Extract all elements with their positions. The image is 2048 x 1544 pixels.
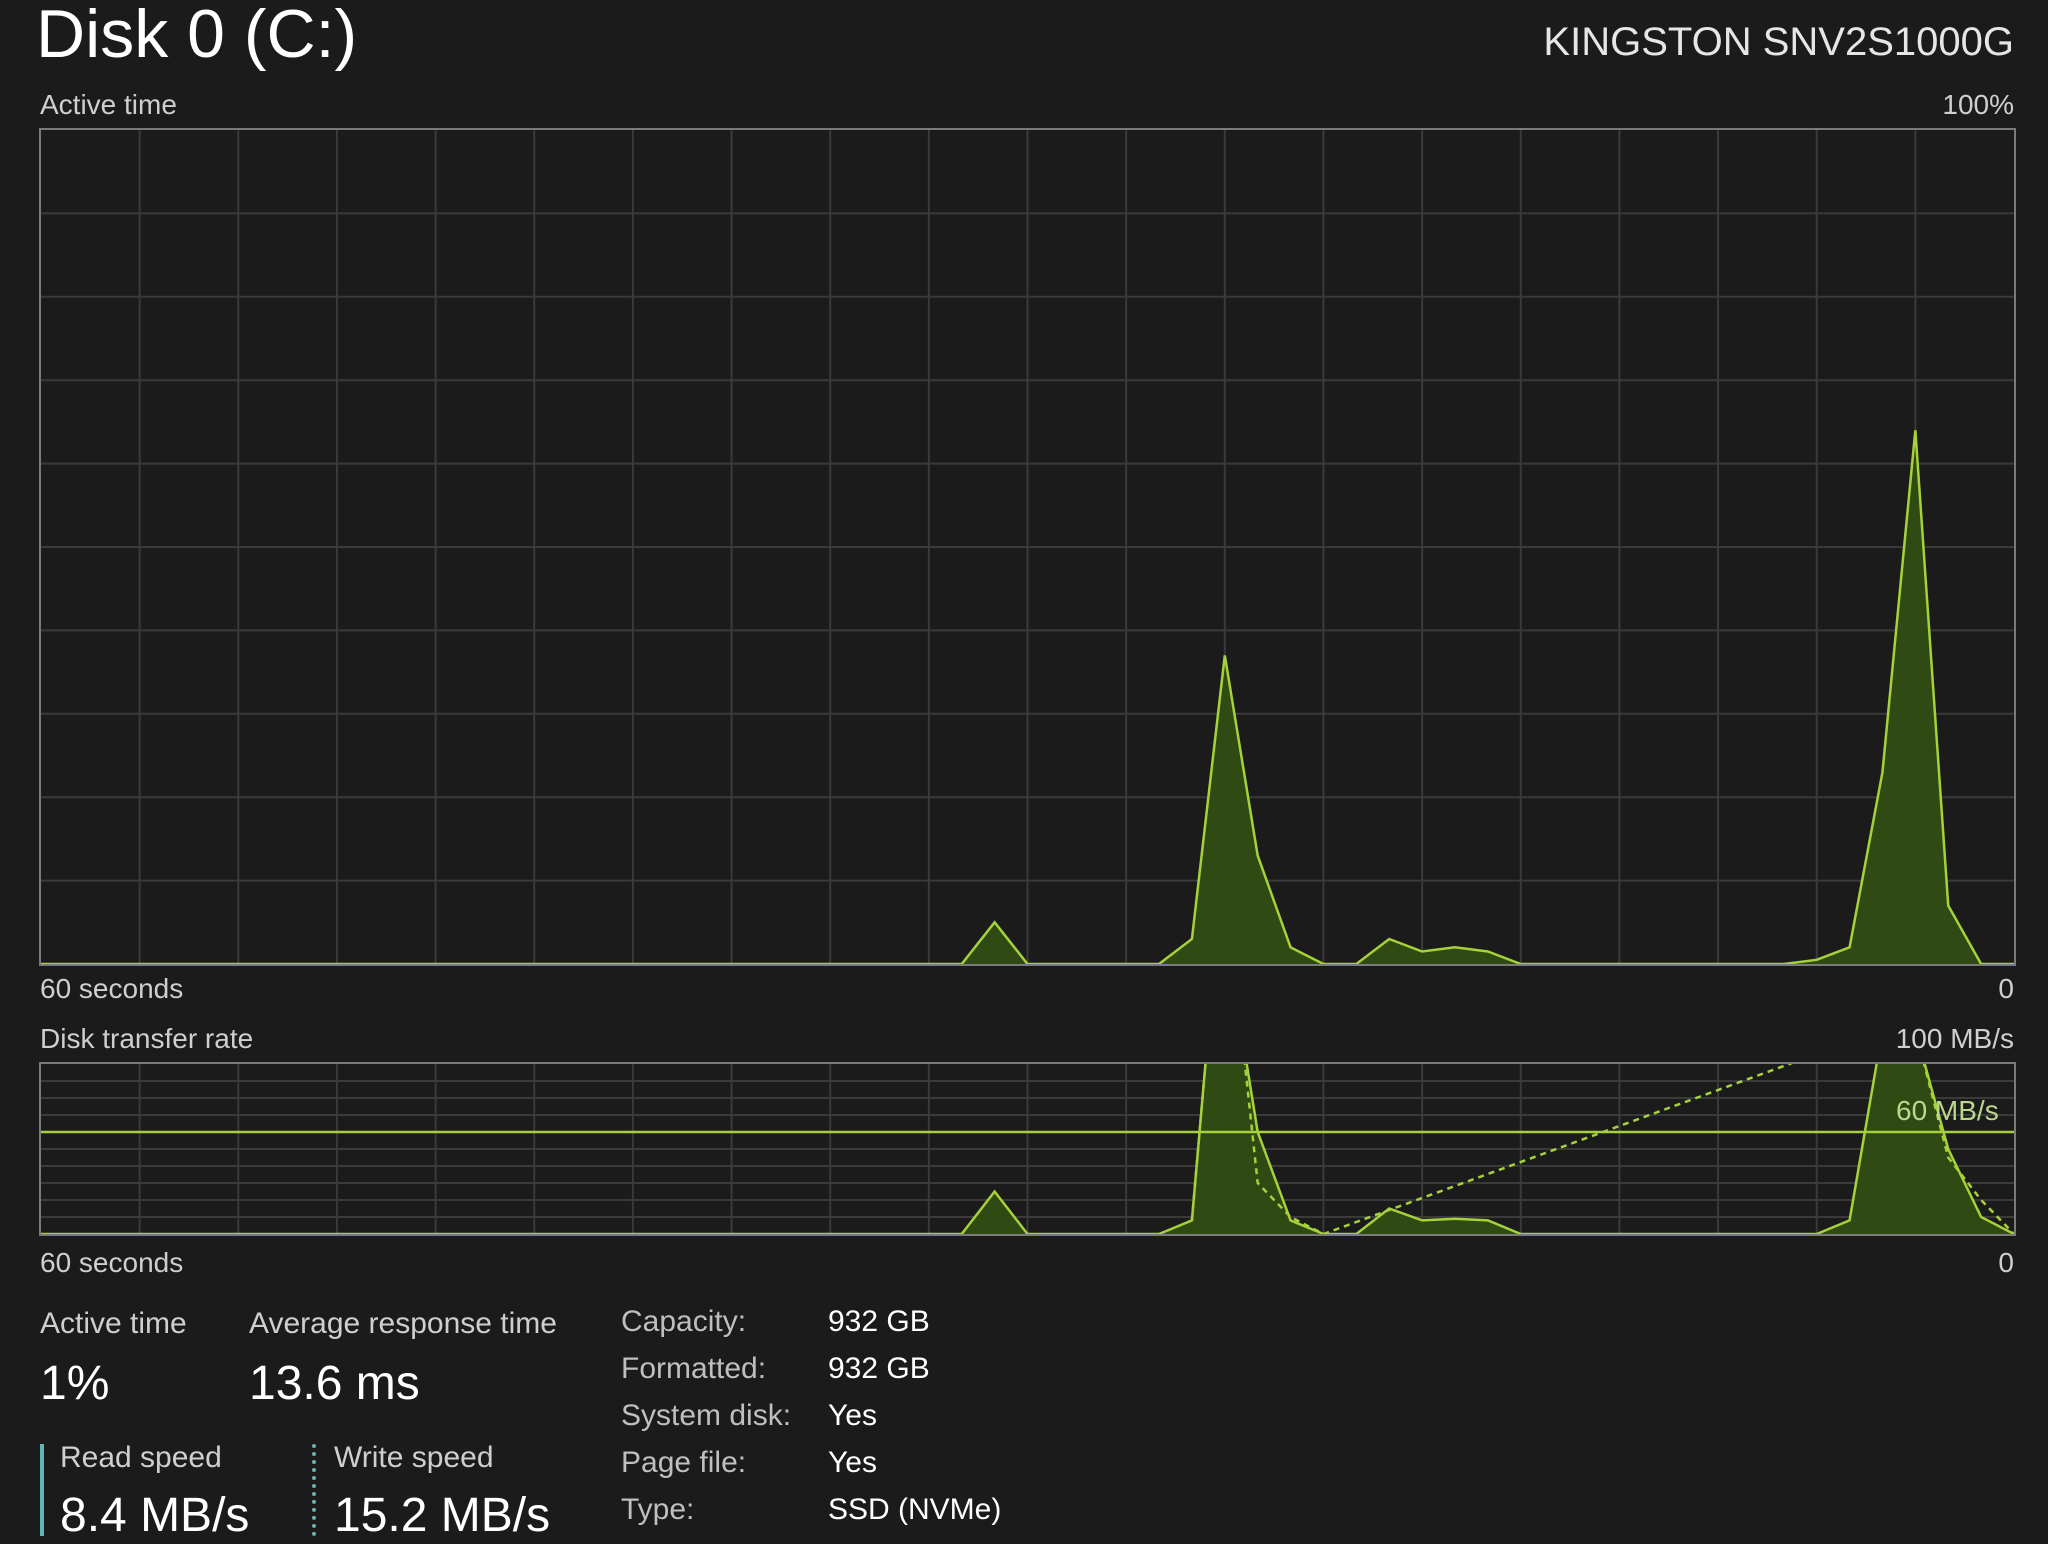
transfer-graph-label: Disk transfer rate xyxy=(40,1023,254,1054)
active-time-stat-value: 1% xyxy=(40,1357,110,1410)
transfer-rate-chart: 60 MB/s xyxy=(41,1064,2014,1234)
active-time-chart xyxy=(41,130,2014,964)
active-time-stat-label: Active time xyxy=(40,1307,187,1340)
read-speed-label: Read speed xyxy=(60,1441,222,1474)
system-disk-value: Yes xyxy=(828,1399,877,1432)
read-speed-indicator xyxy=(40,1444,44,1536)
active-time-max-label: 100% xyxy=(1942,89,2014,120)
type-key: Type: xyxy=(621,1493,695,1526)
properties-keys: Capacity: Formatted: System disk: Page f… xyxy=(621,1304,791,1539)
properties-values: 932 GB 932 GB Yes Yes SSD (NVMe) xyxy=(828,1304,1001,1539)
transfer-reference-label: 60 MB/s xyxy=(1896,1095,1999,1126)
system-disk-key: System disk: xyxy=(621,1399,792,1432)
formatted-key: Formatted: xyxy=(621,1352,767,1385)
type-value: SSD (NVMe) xyxy=(828,1493,1002,1526)
transfer-x-left-label: 60 seconds xyxy=(40,1247,184,1278)
transfer-max-label: 100 MB/s xyxy=(1895,1023,2014,1054)
active-time-graph xyxy=(39,128,2016,966)
write-speed-label: Write speed xyxy=(334,1441,494,1474)
active-time-graph-label: Active time xyxy=(40,89,177,120)
transfer-x-right-label: 0 xyxy=(1998,1247,2014,1278)
response-time-stat-value: 13.6 ms xyxy=(249,1357,420,1410)
response-time-stat-label: Average response time xyxy=(249,1307,557,1340)
formatted-value: 932 GB xyxy=(828,1352,930,1385)
transfer-rate-graph: 60 MB/s xyxy=(39,1062,2016,1236)
active-time-x-right-label: 0 xyxy=(1998,973,2014,1004)
write-speed-indicator xyxy=(312,1444,316,1536)
active-time-x-left-label: 60 seconds xyxy=(40,973,184,1004)
disk-title: Disk 0 (C:) xyxy=(36,0,358,72)
capacity-key: Capacity: xyxy=(621,1305,747,1338)
page-file-key: Page file: xyxy=(621,1446,747,1479)
capacity-value: 932 GB xyxy=(828,1305,930,1338)
disk-model: KINGSTON SNV2S1000G xyxy=(1543,20,2014,64)
page-file-value: Yes xyxy=(828,1446,877,1479)
